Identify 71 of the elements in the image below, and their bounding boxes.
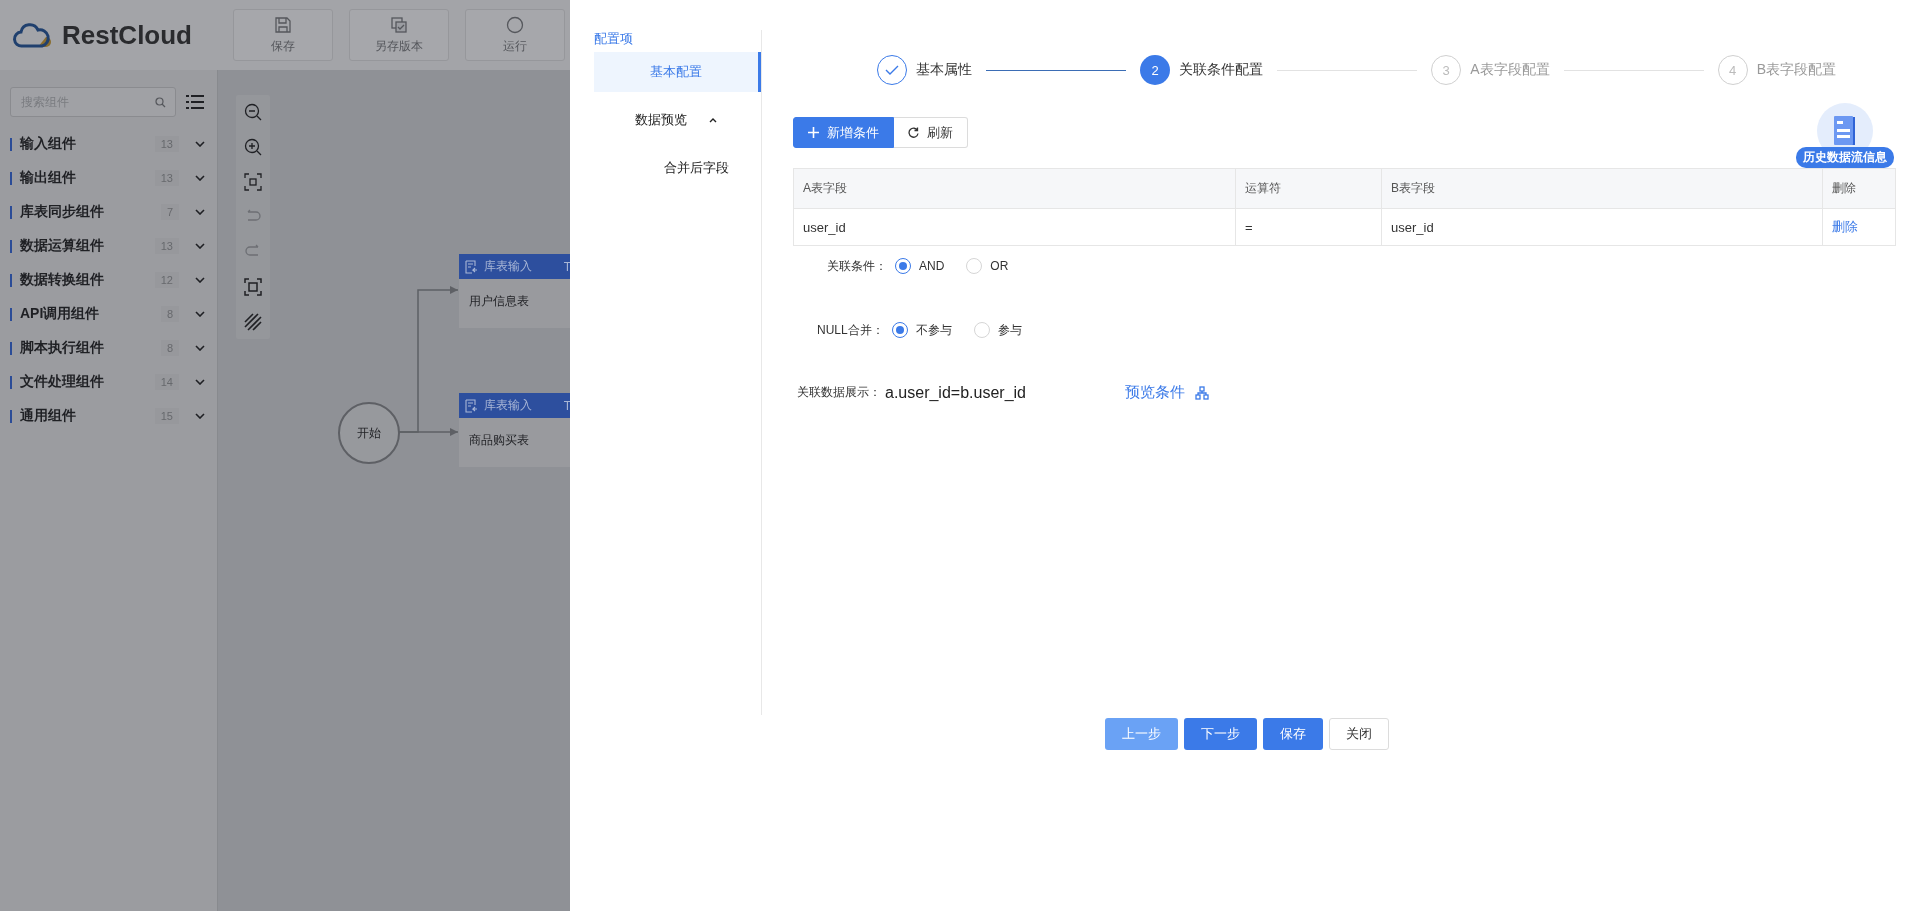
category-label: 数据转换组件 [19, 271, 105, 289]
toolbar-button[interactable]: 另存版本 [349, 9, 449, 61]
cloud-logo-icon [12, 20, 52, 50]
category-label: API调用组件 [19, 305, 101, 323]
node-header-text: T [563, 398, 570, 413]
frame-icon[interactable] [244, 278, 262, 296]
flow-node[interactable]: 库表输入 T 用户信息表 [459, 254, 570, 328]
field-label: 关联条件： [827, 257, 887, 275]
step-label: B表字段配置 [1756, 61, 1836, 79]
field-label: 关联数据展示： [797, 384, 881, 401]
category-label: 文件处理组件 [19, 373, 105, 391]
toolbar-button[interactable]: 保存 [233, 9, 333, 61]
step-label: 基本属性 [916, 61, 972, 79]
nav-item[interactable]: 合并后字段 [594, 148, 761, 188]
category-label: 脚本执行组件 [19, 339, 105, 357]
step-label: A表字段配置 [1470, 61, 1550, 79]
add-button[interactable]: 新增条件 [793, 117, 894, 148]
logo-text: RestCloud [62, 19, 192, 51]
footer-button[interactable]: 关闭 [1329, 718, 1389, 750]
field-label: NULL合并： [817, 321, 884, 339]
refresh-button[interactable]: 刷新 [894, 117, 968, 148]
table-cell: = [1236, 209, 1382, 245]
node-type: 库表输入 [484, 258, 533, 275]
nav-item[interactable]: 数据预览 [594, 100, 761, 140]
hierarchy-icon[interactable] [1195, 385, 1209, 400]
column-header: 删除 [1831, 180, 1857, 197]
step-label: 关联条件配置 [1179, 61, 1264, 79]
hatch-icon[interactable] [244, 313, 262, 331]
zoom-in-icon[interactable] [244, 138, 262, 156]
column-header: 运算符 [1236, 169, 1382, 208]
search-icon [155, 97, 166, 108]
node-type: 库表输入 [484, 397, 533, 414]
circle-icon [506, 15, 524, 34]
radio-option[interactable]: 不参与 [891, 321, 952, 339]
category-label: 数据运算组件 [19, 237, 105, 255]
toolbar-button[interactable]: 运行 [465, 9, 565, 61]
column-header: A表字段 [794, 169, 1236, 208]
preview-link[interactable]: 预览条件 [1125, 383, 1185, 402]
plus-icon [808, 127, 819, 138]
table-cell: user_id [794, 209, 1236, 245]
zoom-out-icon[interactable] [244, 103, 262, 121]
refresh-icon [908, 127, 919, 138]
footer-button[interactable]: 保存 [1263, 718, 1323, 750]
node-name: 商品购买表 [468, 432, 530, 449]
table-cell: user_id [1382, 209, 1823, 245]
table-input-icon [465, 398, 478, 413]
footer-button[interactable]: 下一步 [1184, 718, 1257, 750]
check-icon [885, 65, 899, 75]
list-icon[interactable] [186, 94, 204, 110]
step-indicator: 2 [1140, 55, 1171, 85]
flow-node[interactable]: 库表输入 T 商品购买表 [459, 393, 570, 467]
nav-title: 配置项 [594, 30, 634, 48]
node-header-text: T [563, 259, 570, 274]
category-label: 输入组件 [19, 135, 77, 153]
start-node[interactable]: 开始 [338, 402, 400, 464]
condition-expression: a.user_id=b.user_id [885, 383, 1027, 402]
history-button[interactable]: 历史数据流信息 [1795, 103, 1895, 168]
table-input-icon [465, 259, 478, 274]
radio-option[interactable]: AND [895, 258, 945, 274]
delete-link[interactable]: 删除 [1832, 218, 1858, 236]
radio-option[interactable]: 参与 [973, 321, 1022, 339]
nav-item[interactable]: 基本配置 [594, 52, 761, 92]
column-header: B表字段 [1382, 169, 1823, 208]
category-label: 输出组件 [19, 169, 77, 187]
floppy-icon [274, 15, 292, 34]
node-name: 用户信息表 [468, 293, 530, 310]
radio-option[interactable]: OR [966, 258, 1009, 274]
category-label: 通用组件 [19, 407, 77, 425]
copy-check-icon [390, 15, 408, 34]
category-label: 库表同步组件 [19, 203, 105, 221]
fit-view-icon[interactable] [244, 173, 262, 191]
